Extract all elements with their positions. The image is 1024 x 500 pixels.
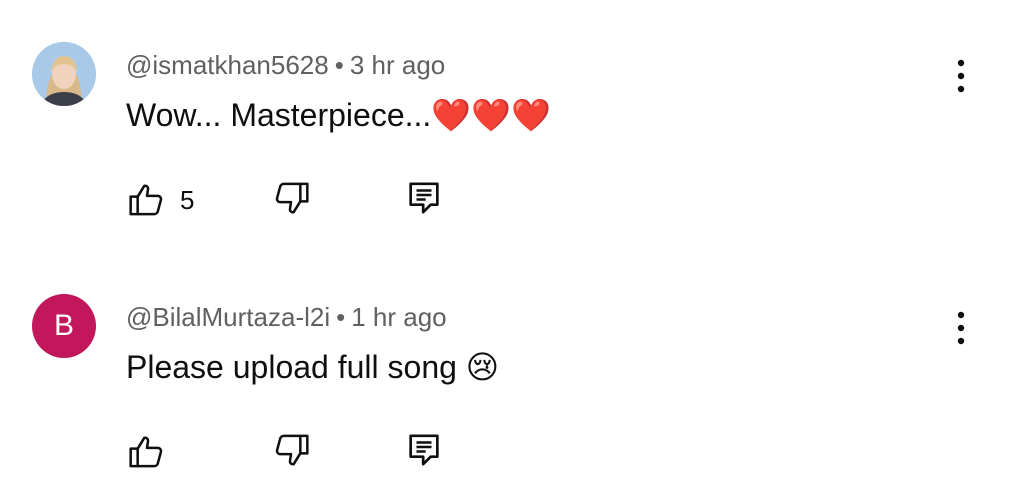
more-vertical-icon [957,311,965,345]
author-name[interactable]: @BilalMurtaza-l2i [126,302,330,332]
comment-reply-icon [409,434,439,466]
avatar[interactable] [32,42,96,106]
comment-time[interactable]: 3 hr ago [350,50,445,80]
avatar[interactable]: B [32,294,96,358]
reply-button[interactable] [404,430,444,474]
separator-dot: • [336,302,346,332]
comment-text: Please upload full song 😢 [126,349,500,385]
comment-item: @ismatkhan5628 • 3 hr ago Wow... Masterpie… [0,38,1024,238]
thumbs-down-icon [275,434,309,466]
thumbs-down-icon [275,182,309,214]
dislike-button[interactable] [272,430,312,474]
like-count: 5 [180,184,195,215]
comment-actions: 5 [126,178,526,222]
like-button[interactable] [126,430,166,474]
comment-time[interactable]: 1 hr ago [351,302,446,332]
like-button[interactable]: 5 [126,178,194,222]
more-vertical-icon [957,59,965,93]
more-options-button[interactable] [948,308,974,348]
comment-meta: @BilalMurtaza-l2i • 1 hr ago [126,302,447,333]
more-options-button[interactable] [948,56,974,96]
reply-button[interactable] [404,178,444,222]
thumbs-up-icon [129,184,163,216]
comment-item: B @BilalMurtaza-l2i • 1 hr ago Please uplo… [0,290,1024,490]
avatar-photo-icon [32,42,96,106]
comment-reply-icon [409,182,439,214]
separator-dot: • [334,50,344,80]
dislike-button[interactable] [272,178,312,222]
avatar-letter: B [53,309,74,342]
thumbs-up-icon [129,436,163,468]
comment-text: Wow... Masterpiece...❤️❤️❤️ [126,97,551,133]
comment-meta: @ismatkhan5628 • 3 hr ago [126,50,445,81]
author-name[interactable]: @ismatkhan5628 [126,50,329,80]
comment-actions [126,430,526,474]
